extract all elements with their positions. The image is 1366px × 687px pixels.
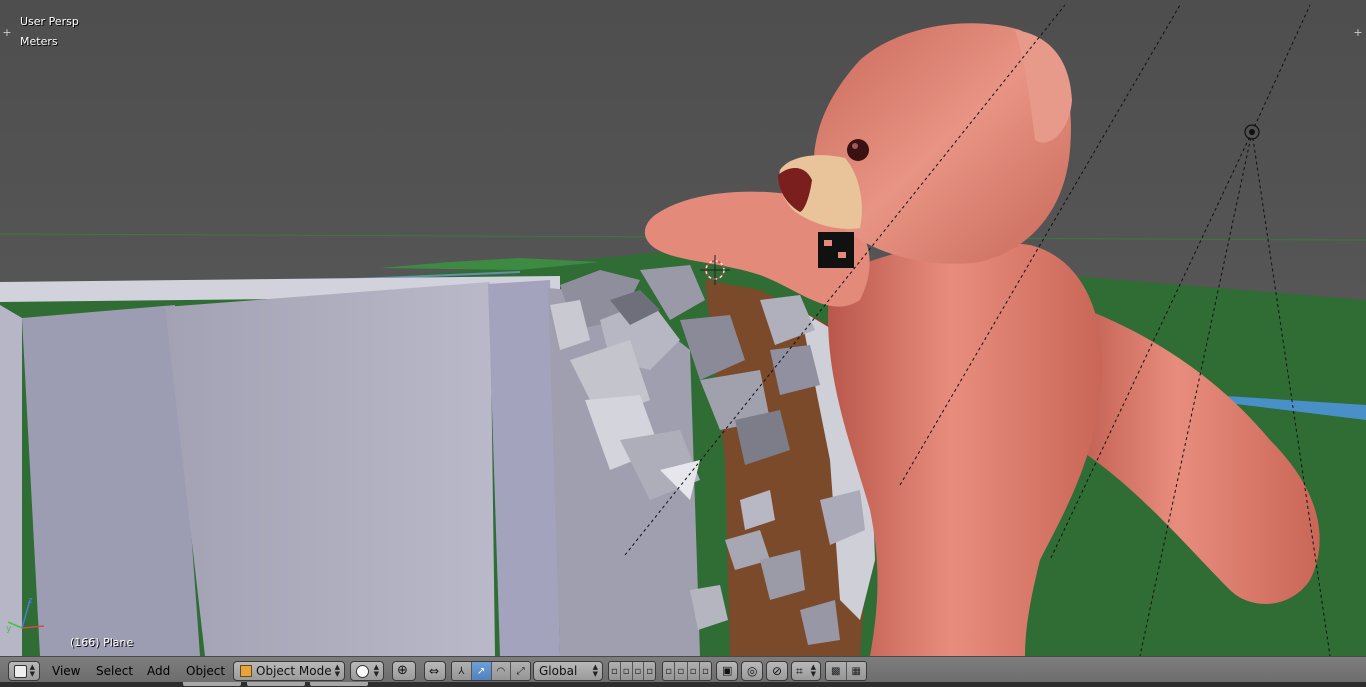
wall-block <box>165 282 495 656</box>
active-object-label: (166) Plane <box>70 636 134 649</box>
3d-view-icon <box>14 665 27 678</box>
units-label: Meters <box>20 35 58 48</box>
layer-6[interactable]: ▫ <box>675 662 688 680</box>
proportional-edit-icon: ◎ <box>747 664 758 678</box>
render-buttons-group[interactable]: ▩ ▦ <box>825 661 867 681</box>
pivot-icon: ⊕ <box>397 663 408 678</box>
viewport-shading-selector[interactable]: ▲ ▼ <box>350 661 384 681</box>
layer-7[interactable]: ▫ <box>688 662 700 680</box>
translate-icon[interactable]: ↗ <box>471 662 492 680</box>
layer-buttons-group-2[interactable]: ▫ ▫ ▫ ▫ <box>662 661 712 681</box>
chevron-updown-icon: ▲ ▼ <box>29 663 35 678</box>
sphere-icon <box>356 665 369 678</box>
layer-2[interactable]: ▫ <box>621 662 633 680</box>
manipulate-center-button[interactable]: ⇔ <box>424 661 446 681</box>
lock-icon: ▣ <box>722 664 733 677</box>
3d-viewport[interactable]: z y User Persp Meters (166) Plane + + <box>0 0 1366 656</box>
snap-element-selector[interactable]: ⌗ ▲ ▼ <box>791 661 821 681</box>
layer-5[interactable]: ▫ <box>663 662 676 680</box>
render-still-icon[interactable]: ▩ <box>826 662 847 680</box>
menu-object[interactable]: Object <box>182 661 229 681</box>
manipulator-group[interactable]: ⅄ ↗ ◠ ⤢ <box>451 661 531 681</box>
mode-selector[interactable]: Object Mode ▲ ▼ <box>233 661 345 681</box>
menu-select[interactable]: Select <box>92 661 137 681</box>
pivot-point-selector[interactable]: ⊕ <box>392 661 416 681</box>
layer-8[interactable]: ▫ <box>700 662 711 680</box>
scale-icon[interactable]: ⤢ <box>511 662 530 680</box>
svg-text:y: y <box>6 624 12 634</box>
wall-block <box>0 305 22 656</box>
rotate-icon[interactable]: ◠ <box>492 662 512 680</box>
layer-1[interactable]: ▫ <box>609 662 621 680</box>
proportional-edit-button[interactable]: ◎ <box>741 661 763 681</box>
chevron-updown-icon: ▲ ▼ <box>592 663 598 678</box>
lock-camera-button[interactable]: ▣ <box>716 661 738 681</box>
magnet-icon: ⊘ <box>772 664 783 678</box>
snap-grid-icon: ⌗ <box>796 664 803 678</box>
region-expand-left-icon[interactable]: + <box>2 27 12 38</box>
wall-block <box>488 280 560 656</box>
view-name-label: User Persp <box>20 15 79 28</box>
center-points-icon: ⇔ <box>429 664 440 678</box>
snap-toggle-button[interactable]: ⊘ <box>766 661 788 681</box>
orientation-label: Global <box>539 664 578 678</box>
render-animation-icon[interactable]: ▦ <box>847 662 867 680</box>
area-split-strip <box>0 682 1366 687</box>
svg-text:z: z <box>28 596 33 606</box>
menu-view[interactable]: View <box>48 661 84 681</box>
layer-buttons-group-1[interactable]: ▫ ▫ ▫ ▫ <box>608 661 656 681</box>
cube-icon <box>240 665 252 677</box>
layer-3[interactable]: ▫ <box>633 662 645 680</box>
chevron-updown-icon: ▲ ▼ <box>334 663 340 678</box>
region-expand-right-icon[interactable]: + <box>1353 27 1363 38</box>
mode-label: Object Mode <box>256 664 332 678</box>
scene-render[interactable]: z y <box>0 0 1366 656</box>
manipulator-axis-icon[interactable]: ⅄ <box>452 662 472 680</box>
transform-orientation-selector[interactable]: Global ▲ ▼ <box>533 661 603 681</box>
layer-4[interactable]: ▫ <box>644 662 655 680</box>
editor-type-selector[interactable]: ▲ ▼ <box>8 661 40 681</box>
chevron-updown-icon: ▲ ▼ <box>810 663 816 678</box>
menu-add[interactable]: Add <box>143 661 174 681</box>
chevron-updown-icon: ▲ ▼ <box>373 663 379 678</box>
